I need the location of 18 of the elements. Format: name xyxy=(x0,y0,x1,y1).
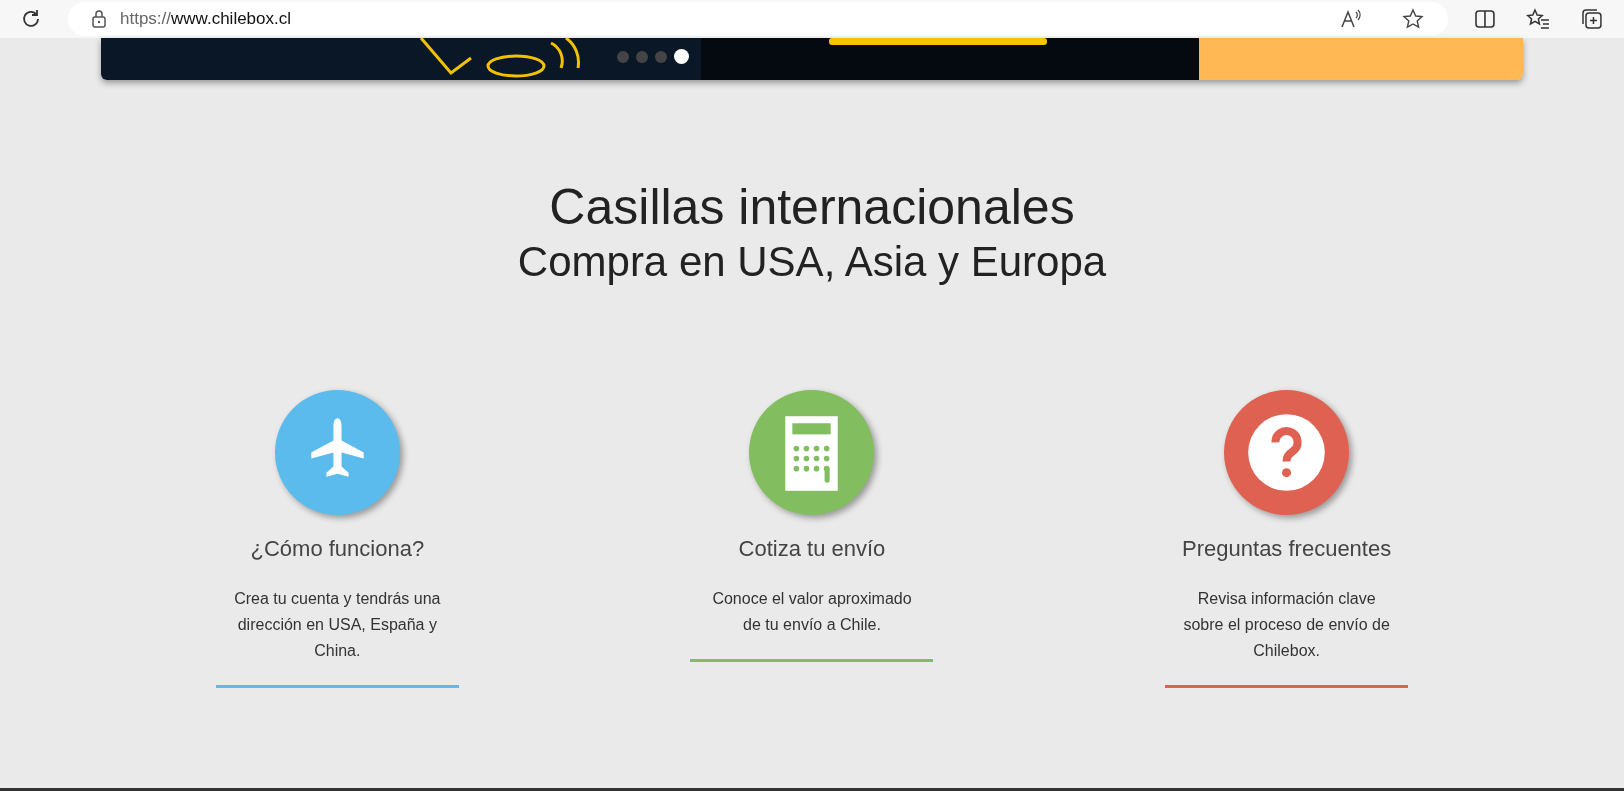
question-mark-icon[interactable] xyxy=(1224,390,1350,515)
feature-description: Revisa información clave sobre el proceso de envío de Chilebox. xyxy=(1182,589,1391,661)
section-title: Casillas internacionales xyxy=(549,178,1075,236)
feature-title[interactable]: Preguntas frecuentes xyxy=(1182,532,1392,565)
read-aloud-icon[interactable] xyxy=(1340,9,1363,29)
url-text: https://www.chilebox.cl xyxy=(120,8,292,31)
lock-icon[interactable] xyxy=(92,10,106,28)
feature-description: Conoce el valor aproximado de tu envío a Chile. xyxy=(711,589,913,635)
section-subtitle: Compra en USA, Asia y Europa xyxy=(517,237,1107,287)
address-bar[interactable]: https://www.chilebox.cl xyxy=(68,2,1449,36)
feature-title[interactable]: ¿Cómo funciona? xyxy=(250,532,425,565)
feature-title[interactable]: Cotiza tu envío xyxy=(738,532,886,565)
refresh-icon[interactable] xyxy=(20,8,42,30)
star-icon[interactable] xyxy=(1402,8,1425,30)
collections-icon[interactable] xyxy=(1580,8,1604,30)
feature-description: Crea tu cuenta y tendrás una dirección en USA, España y China. xyxy=(233,589,442,661)
split-screen-icon[interactable] xyxy=(1474,9,1497,29)
favorites-icon[interactable] xyxy=(1526,8,1551,30)
